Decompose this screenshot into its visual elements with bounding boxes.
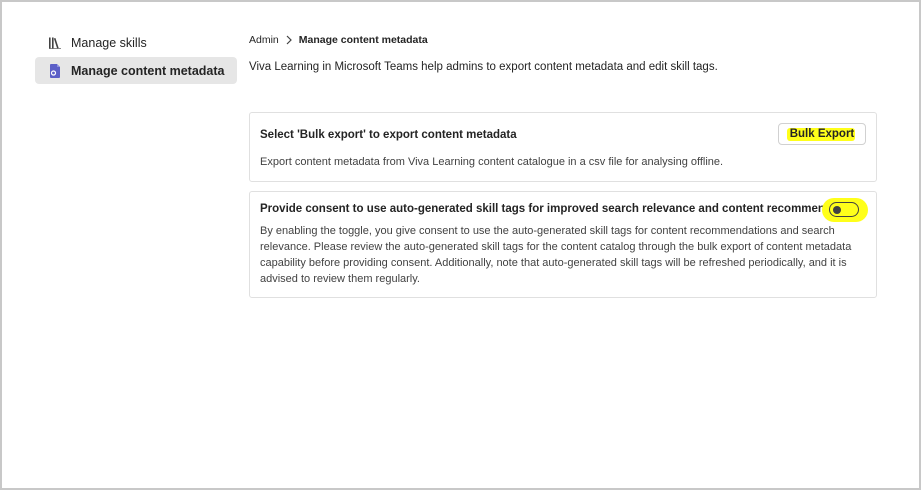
sidebar-item-manage-content-metadata[interactable]: Manage content metadata (35, 57, 237, 84)
consent-toggle-wrapper (822, 198, 868, 222)
breadcrumb-current: Manage content metadata (298, 34, 428, 46)
main-content: Admin Manage content metadata Viva Learn… (249, 32, 877, 298)
sidebar-item-label: Manage content metadata (71, 63, 225, 78)
consent-card-title: Provide consent to use auto-generated sk… (260, 203, 866, 215)
export-card: Select 'Bulk export' to export content m… (249, 112, 877, 182)
app-window: Manage skills Manage content metadata Ad… (0, 0, 921, 490)
page-description: Viva Learning in Microsoft Teams help ad… (249, 61, 718, 73)
consent-toggle[interactable] (829, 202, 859, 217)
sidebar-item-label: Manage skills (71, 35, 147, 50)
consent-card-description: By enabling the toggle, you give consent… (260, 225, 852, 285)
library-icon (47, 35, 63, 51)
toggle-knob (833, 205, 841, 214)
export-card-description: Export content metadata from Viva Learni… (260, 156, 724, 168)
sidebar-item-manage-skills[interactable]: Manage skills (35, 29, 237, 56)
chevron-right-icon (285, 35, 293, 45)
bulk-export-label: Bulk Export (789, 128, 855, 140)
bulk-export-button[interactable]: Bulk Export (778, 123, 866, 145)
breadcrumb: Admin Manage content metadata (249, 32, 877, 48)
consent-card: Provide consent to use auto-generated sk… (249, 191, 877, 298)
export-card-title: Select 'Bulk export' to export content m… (260, 129, 517, 141)
breadcrumb-root[interactable]: Admin (249, 34, 279, 46)
content-metadata-icon (47, 63, 63, 79)
sidebar: Manage skills Manage content metadata (35, 29, 237, 84)
